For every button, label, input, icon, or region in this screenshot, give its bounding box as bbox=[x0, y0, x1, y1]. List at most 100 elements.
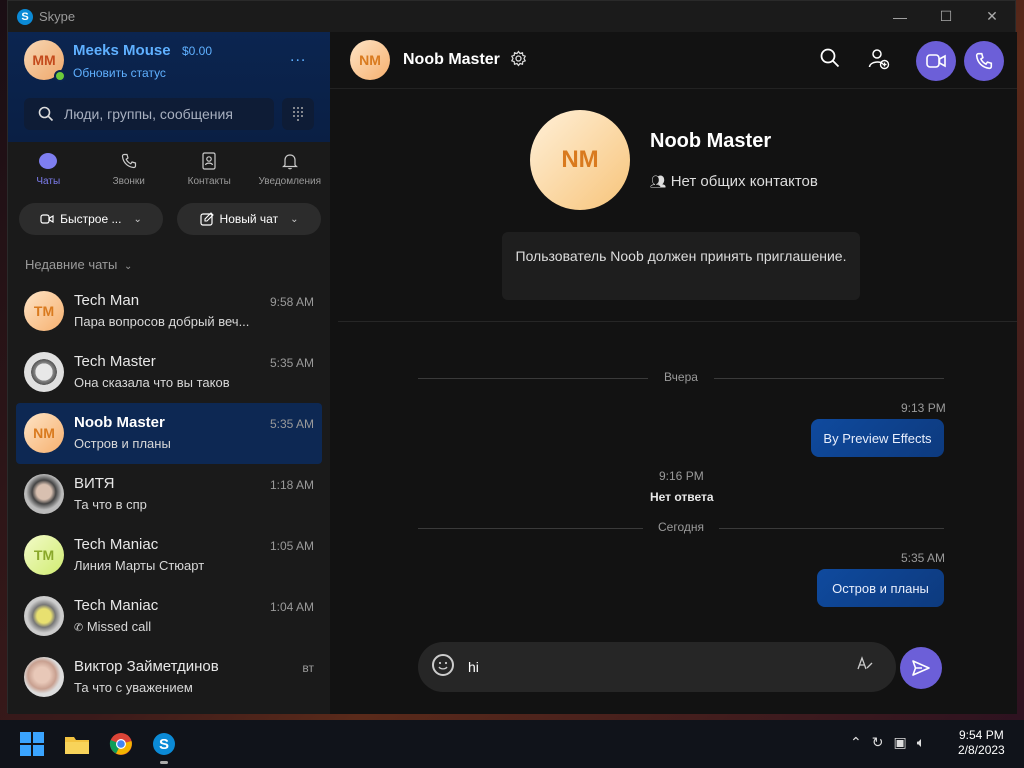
new-chat-label: Новый чат bbox=[219, 212, 279, 226]
chat-row-tech-master[interactable]: Tech Master Она сказала что вы таков 5:3… bbox=[16, 342, 322, 403]
audio-call-button[interactable] bbox=[964, 41, 1004, 81]
tab-calls-label: Звонки bbox=[112, 176, 145, 187]
online-status-icon bbox=[54, 70, 66, 82]
profile-name[interactable]: Meeks Mouse bbox=[73, 42, 171, 59]
video-icon bbox=[40, 214, 54, 224]
day-label: Сегодня bbox=[658, 520, 704, 534]
chat-preview: Та что в спр bbox=[74, 497, 147, 512]
chat-row-viktor[interactable]: Виктор Займетдинов Та что с уважением вт bbox=[16, 647, 322, 708]
common-contacts-text: Нет общих контактов bbox=[670, 173, 818, 190]
windows-start-icon[interactable] bbox=[20, 732, 44, 756]
chat-name: Tech Maniac bbox=[74, 597, 159, 614]
gear-icon[interactable] bbox=[510, 50, 527, 72]
new-chat-button[interactable]: Новый чат ⌄ bbox=[177, 203, 321, 235]
conversation-header: NM Noob Master bbox=[330, 32, 1017, 89]
conversation-title[interactable]: Noob Master bbox=[403, 51, 500, 69]
avatar bbox=[24, 657, 64, 697]
video-call-button[interactable] bbox=[916, 41, 956, 81]
dialpad-button[interactable] bbox=[282, 98, 314, 130]
chat-time: 9:58 AM bbox=[269, 295, 314, 309]
divider bbox=[338, 321, 1017, 322]
clock[interactable]: 9:54 PM 2/8/2023 bbox=[958, 728, 1005, 758]
window-title: Skype bbox=[39, 9, 76, 24]
clock-time: 9:54 PM bbox=[959, 728, 1004, 742]
tab-contacts[interactable]: Контакты bbox=[169, 150, 250, 196]
chat-preview-text: Missed call bbox=[86, 619, 152, 634]
day-separator: Вчера bbox=[418, 370, 944, 386]
chat-row-tech-maniac[interactable]: TM Tech Maniac Линия Марты Стюарт 1:05 A… bbox=[16, 525, 322, 586]
sync-icon: ↻ bbox=[871, 734, 894, 750]
emoji-icon[interactable] bbox=[432, 654, 454, 676]
dialpad-icon bbox=[293, 107, 303, 121]
close-button[interactable]: ✕ bbox=[969, 1, 1015, 32]
file-explorer-icon[interactable] bbox=[63, 730, 91, 758]
maximize-button[interactable]: ☐ bbox=[923, 1, 969, 32]
skype-taskbar-icon[interactable]: S bbox=[150, 730, 178, 758]
day-label: Вчера bbox=[664, 370, 698, 384]
chat-time: 1:18 AM bbox=[269, 478, 314, 492]
system-tray[interactable]: ⌃↻▣🔈︎ bbox=[850, 734, 935, 751]
search-placeholder: Люди, группы, сообщения bbox=[64, 106, 233, 122]
recent-chats-label: Недавние чаты bbox=[25, 257, 118, 272]
chat-preview: Та что с уважением bbox=[74, 680, 193, 695]
avatar bbox=[24, 352, 64, 392]
avatar[interactable]: NM bbox=[350, 40, 390, 80]
update-status-link[interactable]: Обновить статус bbox=[73, 66, 166, 80]
call-status: Нет ответа bbox=[650, 490, 714, 504]
avatar: TM bbox=[24, 291, 64, 331]
chat-name: Tech Maniac bbox=[74, 536, 159, 553]
chrome-icon[interactable] bbox=[107, 730, 135, 758]
nav-tabs: Чаты Звонки Контакты Уведомления bbox=[8, 150, 330, 196]
search-box[interactable]: Люди, группы, сообщения bbox=[24, 98, 274, 130]
avatar bbox=[24, 596, 64, 636]
bell-icon bbox=[279, 150, 301, 172]
message-time: 5:35 AM bbox=[901, 551, 946, 565]
conversation-panel: NM Noob Master NM Noob Master 👥︎ Нет общ… bbox=[330, 32, 1017, 714]
chat-time: 5:35 AM bbox=[269, 417, 314, 431]
contact-avatar[interactable]: NM bbox=[530, 110, 630, 210]
minimize-button[interactable]: — bbox=[877, 1, 923, 32]
chevron-down-icon: ⌄ bbox=[290, 213, 299, 225]
recent-chats-header[interactable]: Недавние чаты ⌄ bbox=[25, 257, 132, 272]
chat-time: 1:05 AM bbox=[269, 539, 314, 553]
network-icon: ▣ bbox=[893, 734, 917, 750]
phone-icon bbox=[118, 150, 140, 172]
taskbar: S ⌃↻▣🔈︎ 9:54 PM 2/8/2023 bbox=[0, 720, 1024, 768]
skype-window: S Skype — ☐ ✕ MM Meeks Mouse $0.00 Обнов… bbox=[7, 0, 1017, 714]
search-icon bbox=[38, 106, 54, 122]
send-button[interactable] bbox=[900, 647, 942, 689]
chat-preview: ✆ Missed call bbox=[74, 619, 151, 634]
tab-calls[interactable]: Звонки bbox=[89, 150, 170, 196]
tab-contacts-label: Контакты bbox=[187, 176, 231, 187]
video-icon bbox=[926, 54, 946, 68]
search-icon[interactable] bbox=[820, 48, 840, 73]
chevron-up-icon: ⌃ bbox=[850, 734, 872, 750]
chevron-down-icon: ⌄ bbox=[123, 261, 133, 272]
chat-name: Tech Master bbox=[74, 353, 156, 370]
meet-now-button[interactable]: Быстрое ... ⌄ bbox=[19, 203, 163, 235]
message-bubble[interactable]: Остров и планы bbox=[817, 569, 944, 607]
tab-chats[interactable]: Чаты bbox=[8, 150, 89, 196]
chat-name: Tech Man bbox=[74, 292, 140, 309]
volume-icon: 🔈︎ bbox=[916, 734, 936, 750]
chat-row-vitya[interactable]: ВИТЯ Та что в спр 1:18 AM bbox=[16, 464, 322, 525]
avatar: TM bbox=[24, 535, 64, 575]
add-user-icon[interactable] bbox=[868, 48, 890, 75]
message-composer bbox=[418, 642, 896, 692]
chat-row-tech-man[interactable]: TM Tech Man Пара вопросов добрый веч... … bbox=[16, 281, 322, 342]
format-text-icon[interactable] bbox=[856, 654, 874, 675]
common-contacts: 👥︎ Нет общих контактов bbox=[650, 173, 818, 190]
sidebar: MM Meeks Mouse $0.00 Обновить статус ...… bbox=[8, 32, 330, 714]
profile-header: MM Meeks Mouse $0.00 Обновить статус ...… bbox=[8, 32, 330, 142]
skype-credit-balance[interactable]: $0.00 bbox=[182, 44, 212, 58]
message-bubble[interactable]: By Preview Effects bbox=[811, 419, 944, 457]
new-chat-icon bbox=[199, 212, 214, 226]
meet-now-label: Быстрое ... bbox=[60, 212, 122, 226]
more-options-button[interactable]: ... bbox=[290, 48, 306, 66]
message-input[interactable] bbox=[468, 656, 828, 678]
send-icon bbox=[912, 660, 930, 676]
tab-notifications[interactable]: Уведомления bbox=[250, 150, 331, 196]
desktop: S Skype — ☐ ✕ MM Meeks Mouse $0.00 Обнов… bbox=[0, 0, 1024, 768]
chat-row-tech-maniac-2[interactable]: Tech Maniac ✆ Missed call 1:04 AM bbox=[16, 586, 322, 647]
chat-row-noob-master[interactable]: NM Noob Master Остров и планы 5:35 AM bbox=[16, 403, 322, 464]
